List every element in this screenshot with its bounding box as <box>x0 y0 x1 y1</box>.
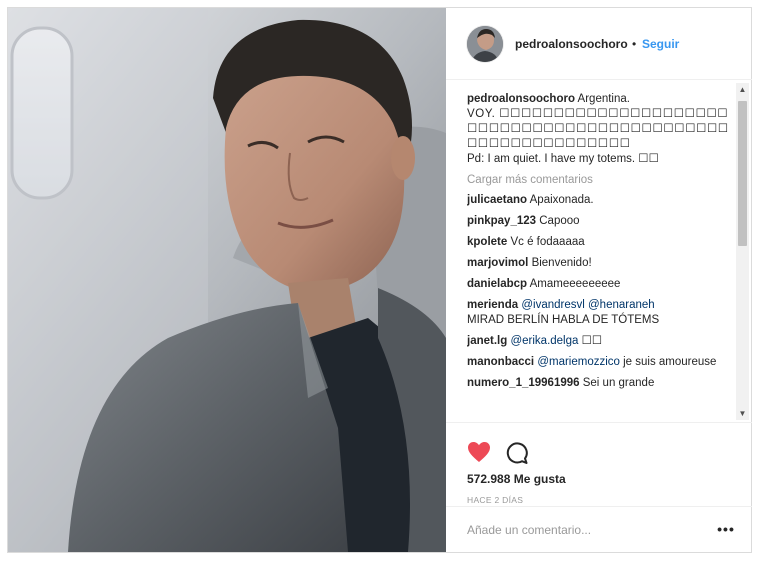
comment-item: danielabcp Amameeeeeeeee <box>467 277 729 292</box>
post-photo[interactable] <box>8 8 446 552</box>
comment-item: merienda @ivandresvl @henaraneh MIRAD BE… <box>467 298 729 328</box>
comment-item: janet.lg @erika.delga ☐☐ <box>467 334 729 349</box>
instagram-post-card: pedroalonsoochoro • Seguir pedroalonsooc… <box>7 7 752 553</box>
post-actions: 572.988 Me gusta HACE 2 DÍAS <box>446 422 752 513</box>
avatar-image <box>467 26 503 62</box>
comment-icon[interactable] <box>505 441 529 470</box>
comment-username[interactable]: janet.lg <box>467 335 507 347</box>
follow-button[interactable]: Seguir <box>642 37 679 51</box>
comment-item: kpolete Vc é fodaaaaa <box>467 235 729 250</box>
caption-line-2: VOY. ☐☐☐☐☐☐☐☐☐☐☐☐☐☐☐☐☐☐☐☐☐☐☐☐☐☐☐☐☐☐☐☐☐☐☐… <box>467 108 729 150</box>
comment-mention[interactable]: @erika.delga <box>510 335 578 347</box>
comment-item: numero_1_19961996 Sei un grande <box>467 376 729 391</box>
comment-username[interactable]: kpolete <box>467 236 507 248</box>
scroll-thumb[interactable] <box>738 101 747 246</box>
comment-username[interactable]: julicaetano <box>467 194 527 206</box>
comment-username[interactable]: manonbacci <box>467 356 534 368</box>
comment-text: je suis amoureuse <box>623 356 717 368</box>
comment-mention[interactable]: @henaraneh <box>588 299 655 311</box>
comment-item: pinkpay_123 Capooo <box>467 214 729 229</box>
comments-list[interactable]: pedroalonsoochoro Argentina. VOY. ☐☐☐☐☐☐… <box>467 92 729 422</box>
comment-item: marjovimol Bienvenido! <box>467 256 729 271</box>
comment-text: Bienvenido! <box>531 257 592 269</box>
caption-line-1: Argentina. <box>577 93 630 105</box>
add-comment-bar: ••• <box>446 506 752 552</box>
add-comment-input[interactable] <box>467 521 697 539</box>
heart-icon[interactable] <box>467 441 491 468</box>
comment-mention[interactable]: @ivandresvl <box>521 299 584 311</box>
comment-text: ☐☐ <box>581 335 603 347</box>
comments-scrollbar[interactable]: ▲ ▼ <box>736 83 749 420</box>
comment-username[interactable]: numero_1_19961996 <box>467 377 580 389</box>
comment-text: Capooo <box>539 215 580 227</box>
likes-count[interactable]: 572.988 Me gusta <box>467 472 566 486</box>
header-username-link[interactable]: pedroalonsoochoro <box>515 37 628 51</box>
comment-username[interactable]: marjovimol <box>467 257 528 269</box>
caption-line-3: Pd: I am quiet. I have my totems. ☐☐ <box>467 153 659 165</box>
comment-text: Vc é fodaaaaa <box>510 236 585 248</box>
selfie-image <box>8 8 446 552</box>
post-timestamp[interactable]: HACE 2 DÍAS <box>467 495 523 505</box>
comment-text: Amameeeeeeeee <box>529 278 621 290</box>
caption: pedroalonsoochoro Argentina. VOY. ☐☐☐☐☐☐… <box>467 92 729 167</box>
more-options-icon[interactable]: ••• <box>716 519 736 539</box>
post-sidebar: pedroalonsoochoro • Seguir pedroalonsooc… <box>446 8 752 552</box>
scroll-down-arrow-icon[interactable]: ▼ <box>736 407 749 420</box>
avatar[interactable] <box>467 26 503 62</box>
separator-dot: • <box>632 37 637 51</box>
comment-username[interactable]: pinkpay_123 <box>467 215 536 227</box>
comment-username[interactable]: merienda <box>467 299 518 311</box>
scroll-up-arrow-icon[interactable]: ▲ <box>736 83 749 96</box>
comment-text: MIRAD BERLÍN HABLA DE TÓTEMS <box>467 314 660 326</box>
load-more-comments-button[interactable]: Cargar más comentarios <box>467 173 729 188</box>
comment-text: Apaixonada. <box>529 194 594 206</box>
comment-mention[interactable]: @mariemozzico <box>537 356 620 368</box>
comment-item: manonbacci @mariemozzico je suis amoureu… <box>467 355 729 370</box>
caption-username[interactable]: pedroalonsoochoro <box>467 93 575 105</box>
comment-text: Sei un grande <box>582 377 655 389</box>
comment-username[interactable]: danielabcp <box>467 278 527 290</box>
post-header: pedroalonsoochoro • Seguir <box>446 8 752 80</box>
comment-item: julicaetano Apaixonada. <box>467 193 729 208</box>
